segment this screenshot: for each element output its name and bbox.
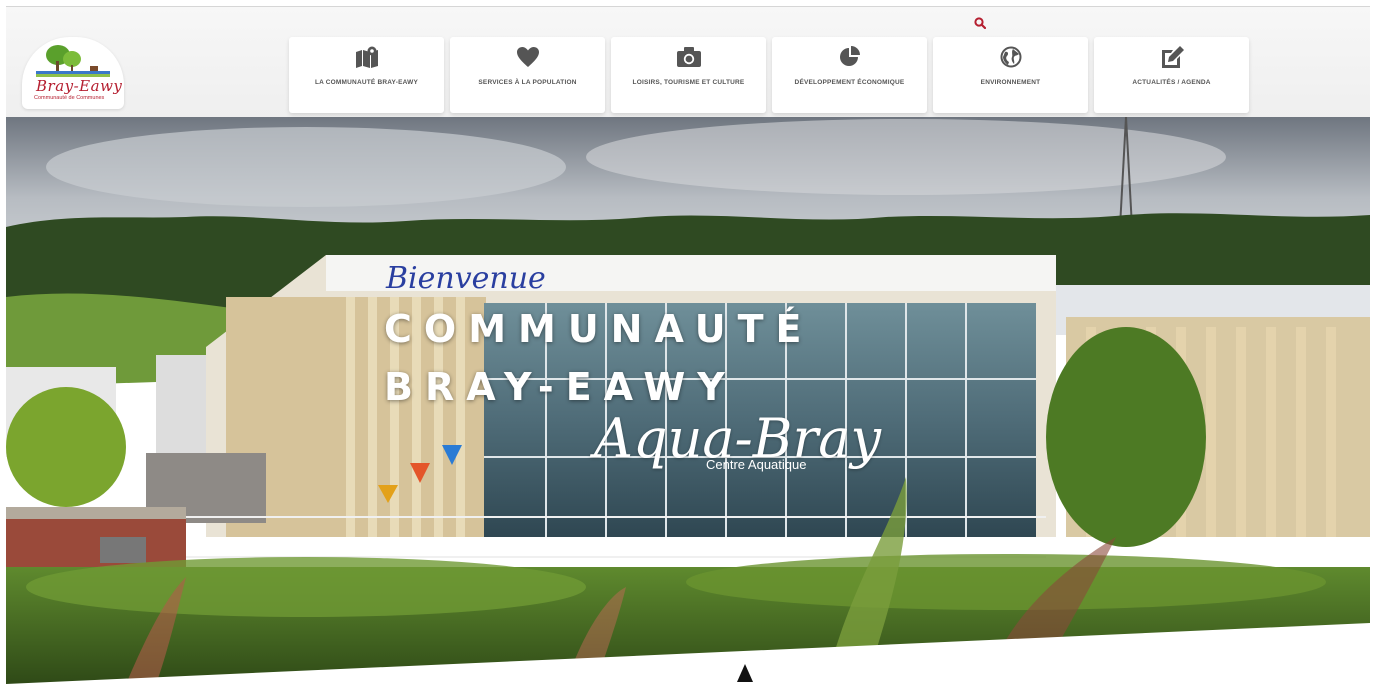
globe-icon bbox=[998, 45, 1024, 69]
logo-trees-icon bbox=[36, 45, 110, 77]
edit-icon bbox=[1159, 45, 1185, 69]
nav-item-services[interactable]: SERVICES À LA POPULATION bbox=[450, 37, 605, 113]
main-nav: LA COMMUNAUTÉ BRAY-EAWY SERVICES À LA PO… bbox=[289, 37, 1249, 113]
nav-item-actualites[interactable]: ACTUALITÉS / AGENDA bbox=[1094, 37, 1249, 113]
search-icon[interactable] bbox=[974, 16, 988, 30]
logo-subtitle: Communauté de Communes bbox=[34, 95, 105, 101]
nav-label: ACTUALITÉS / AGENDA bbox=[1132, 79, 1211, 86]
hero-bottom-wedge bbox=[6, 623, 1370, 684]
site-header: Bray-Eawy Communauté de Communes LA COMM… bbox=[6, 7, 1370, 117]
nav-label: LA COMMUNAUTÉ BRAY-EAWY bbox=[314, 79, 419, 86]
pie-chart-icon bbox=[837, 45, 863, 69]
nav-item-developpement[interactable]: DÉVELOPPEMENT ÉCONOMIQUE bbox=[772, 37, 927, 113]
site-logo[interactable]: Bray-Eawy Communauté de Communes bbox=[22, 37, 124, 109]
nav-item-communaute[interactable]: LA COMMUNAUTÉ BRAY-EAWY bbox=[289, 37, 444, 113]
logo-name: Bray-Eawy bbox=[36, 77, 123, 95]
map-pin-icon bbox=[354, 45, 380, 69]
heart-icon bbox=[515, 45, 541, 69]
nav-label: SERVICES À LA POPULATION bbox=[478, 79, 577, 86]
scroll-up-arrow-icon[interactable] bbox=[737, 664, 753, 682]
nav-label: DÉVELOPPEMENT ÉCONOMIQUE bbox=[794, 79, 905, 86]
nav-item-loisirs[interactable]: LOISIRS, TOURISME ET CULTURE bbox=[611, 37, 766, 113]
hero-banner: Bienvenue COMMUNAUTÉ BRAY-EAWY Aqua-Bray… bbox=[6, 117, 1370, 684]
nav-label: ENVIRONNEMENT bbox=[980, 79, 1041, 86]
nav-item-environnement[interactable]: ENVIRONNEMENT bbox=[933, 37, 1088, 113]
camera-icon bbox=[676, 45, 702, 69]
nav-label: LOISIRS, TOURISME ET CULTURE bbox=[632, 79, 745, 86]
